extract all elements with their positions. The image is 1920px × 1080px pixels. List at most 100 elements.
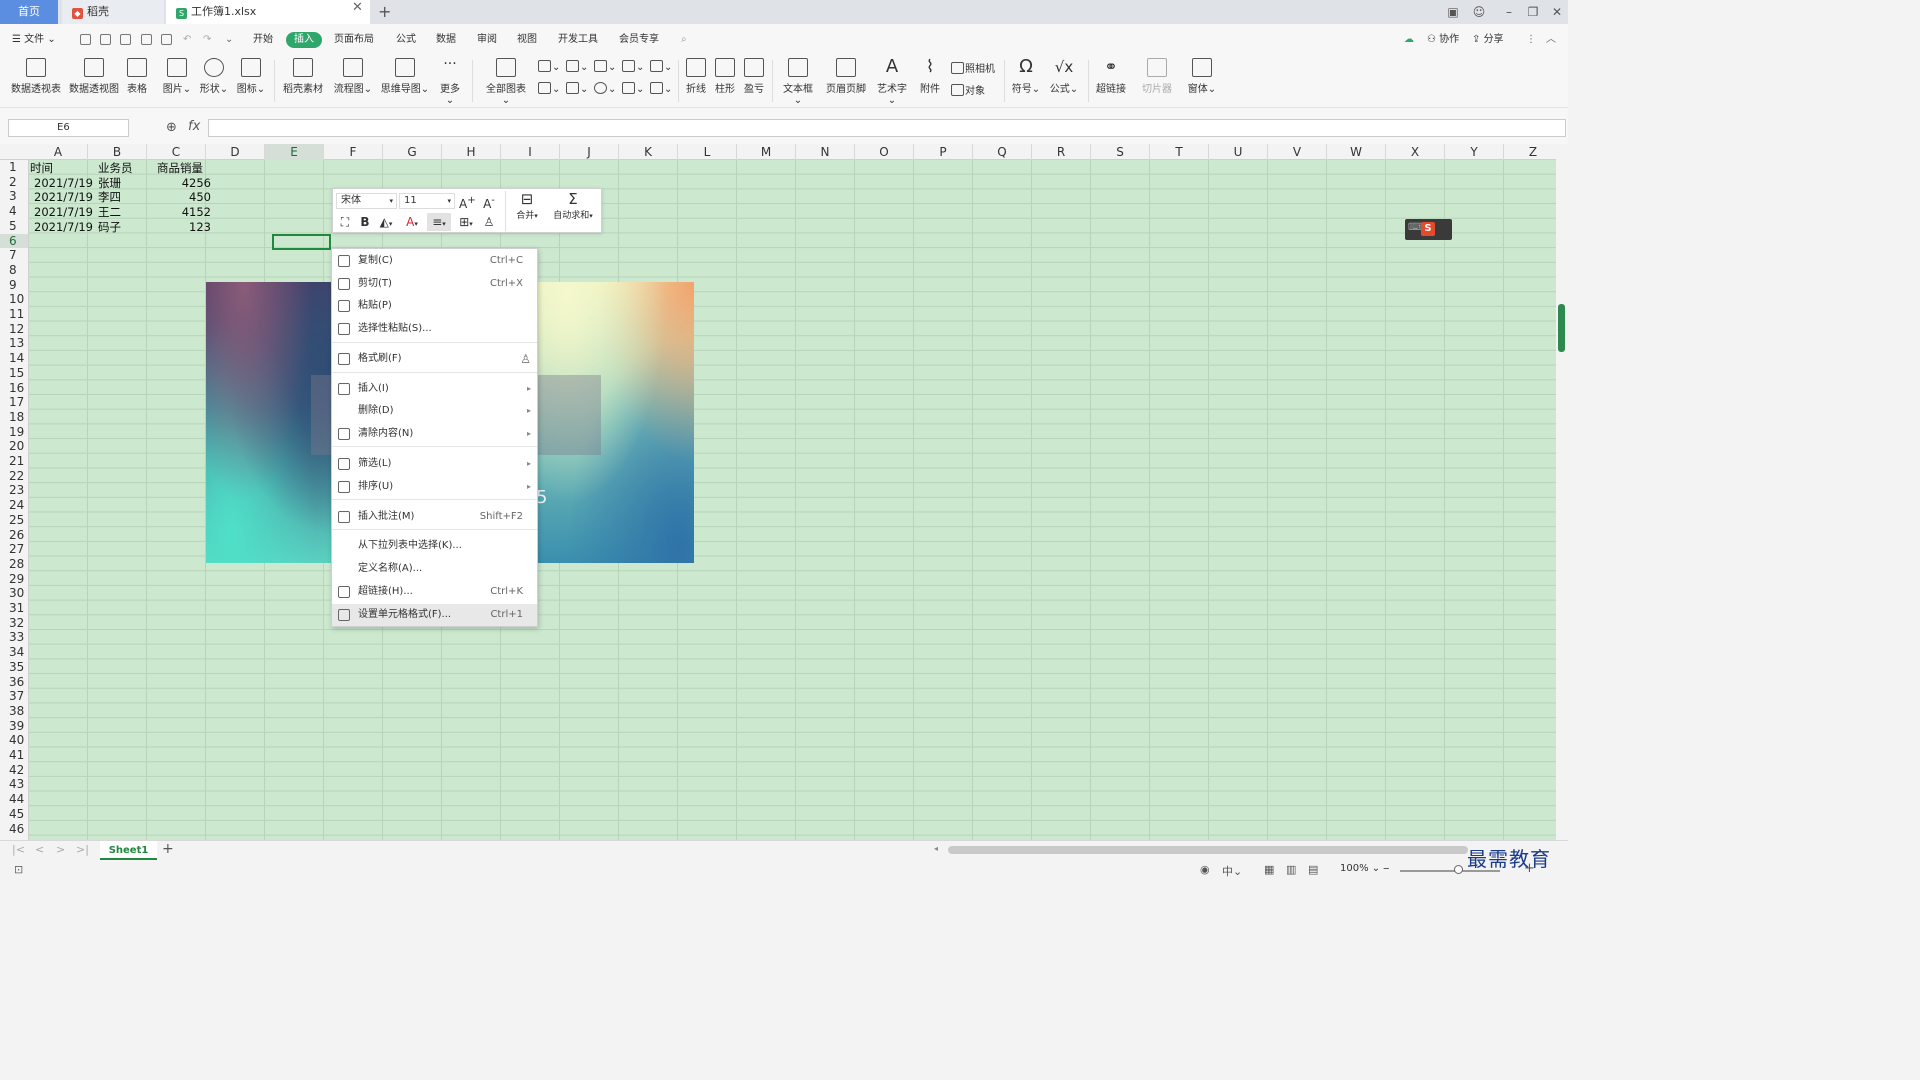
more-button[interactable]: ··· 更多⌄: [436, 57, 464, 106]
pivot-chart-button[interactable]: 数据透视图: [68, 58, 120, 95]
customize-icon[interactable]: ⌄: [225, 32, 233, 48]
tab-workbook[interactable]: S 工作簿1.xlsx: [166, 0, 370, 24]
textbox-button[interactable]: 文本框⌄: [779, 58, 817, 106]
row-header[interactable]: 32: [0, 616, 28, 631]
header-cell-sales[interactable]: 商品销量: [157, 161, 203, 176]
column-header[interactable]: F: [324, 144, 383, 160]
column-header[interactable]: O: [855, 144, 914, 160]
redo-icon[interactable]: ↷: [203, 32, 211, 48]
share-button[interactable]: ⇪ 分享: [1472, 32, 1504, 48]
row-header[interactable]: 36: [0, 675, 28, 690]
decrease-font-icon[interactable]: A-: [481, 192, 497, 211]
avatar[interactable]: ☺: [1470, 3, 1488, 21]
table-cell[interactable]: 李四: [98, 190, 121, 205]
context-menu-item[interactable]: 定义名称(A)...: [332, 558, 537, 580]
slicer-button[interactable]: 切片器: [1141, 58, 1173, 95]
stock-chart-dropdown[interactable]: ⌄: [650, 60, 672, 73]
context-menu-item[interactable]: 设置单元格格式(F)... Ctrl+1: [332, 604, 537, 626]
minimize-icon[interactable]: –: [1500, 3, 1518, 21]
all-charts-button[interactable]: 全部图表⌄: [482, 58, 530, 106]
row-header[interactable]: 43: [0, 777, 28, 792]
row-header[interactable]: 25: [0, 513, 28, 528]
ime-toolbar[interactable]: ⌨ S: [1405, 219, 1452, 240]
row-header[interactable]: 17: [0, 395, 28, 410]
row-header[interactable]: 35: [0, 660, 28, 675]
table-cell[interactable]: 4152: [155, 205, 211, 220]
row-header[interactable]: 37: [0, 689, 28, 704]
sparkline-line-button[interactable]: 折线: [684, 58, 708, 95]
table-cell[interactable]: 2021/7/19: [34, 220, 93, 235]
column-header[interactable]: R: [1032, 144, 1091, 160]
menu-page-layout[interactable]: 页面布局: [334, 32, 374, 48]
camera-button[interactable]: 照相机: [951, 60, 995, 75]
row-header[interactable]: 29: [0, 572, 28, 587]
row-header[interactable]: 3: [0, 189, 28, 204]
fx-icon[interactable]: fx: [188, 119, 200, 134]
scatter-chart-dropdown[interactable]: ⌄: [622, 82, 644, 95]
area-chart-dropdown[interactable]: ⌄: [538, 82, 560, 95]
column-header[interactable]: E: [265, 144, 324, 160]
column-header[interactable]: G: [383, 144, 442, 160]
pie-chart-dropdown[interactable]: ⌄: [594, 82, 616, 95]
macro-icon[interactable]: ⊡: [14, 863, 23, 876]
mindmap-button[interactable]: 思维导图⌄: [380, 58, 430, 95]
column-header[interactable]: Q: [973, 144, 1032, 160]
table-button[interactable]: 表格: [124, 58, 150, 95]
sparkline-column-button[interactable]: 柱形: [713, 58, 737, 95]
table-cell[interactable]: 2021/7/19: [34, 205, 93, 220]
wordart-button[interactable]: A 艺术字⌄: [873, 58, 911, 107]
more-icon[interactable]: ⋮: [1526, 32, 1536, 48]
print-icon[interactable]: [141, 34, 152, 45]
next-sheet-icon[interactable]: >: [56, 843, 65, 856]
fill-color-icon[interactable]: ◭▾: [375, 213, 397, 231]
column-header[interactable]: U: [1209, 144, 1268, 160]
radar-chart-dropdown[interactable]: ⌄: [622, 60, 644, 73]
scroll-left-icon[interactable]: ◂: [934, 844, 938, 853]
menu-view[interactable]: 视图: [517, 32, 537, 48]
vertical-scrollbar[interactable]: [1556, 144, 1568, 840]
add-sheet-icon[interactable]: +: [162, 841, 174, 857]
cloud-sync-icon[interactable]: ☁: [1404, 32, 1414, 48]
zoom-out-icon[interactable]: –: [1383, 861, 1390, 876]
icons-button[interactable]: 图标⌄: [235, 58, 267, 95]
stats-chart-dropdown[interactable]: ⌄: [566, 82, 588, 95]
row-header[interactable]: 38: [0, 704, 28, 719]
merge-button[interactable]: ⊟ 合并▾: [511, 192, 543, 232]
menu-member[interactable]: 会员专享: [619, 32, 659, 48]
menu-formula[interactable]: 公式: [396, 32, 416, 48]
inserted-picture[interactable]: [206, 282, 331, 563]
eye-protect-icon[interactable]: ◉: [1200, 863, 1210, 876]
menu-review[interactable]: 审阅: [477, 32, 497, 48]
column-header[interactable]: C: [147, 144, 206, 160]
new-tab-button[interactable]: +: [378, 1, 391, 23]
row-header[interactable]: 23: [0, 483, 28, 498]
tab-home[interactable]: 首页: [0, 0, 58, 24]
column-header[interactable]: M: [737, 144, 796, 160]
column-header[interactable]: I: [501, 144, 560, 160]
row-header[interactable]: 8: [0, 263, 28, 278]
borders-icon[interactable]: ⊞▾: [455, 213, 477, 231]
row-header[interactable]: 19: [0, 425, 28, 440]
row-header[interactable]: 2: [0, 175, 28, 190]
name-box[interactable]: E6: [8, 119, 129, 137]
header-footer-button[interactable]: 页眉页脚: [824, 58, 868, 95]
context-menu-item[interactable]: 从下拉列表中选择(K)...: [332, 535, 537, 557]
bold-icon[interactable]: B: [357, 213, 373, 231]
row-header[interactable]: 39: [0, 719, 28, 734]
worksheet-grid[interactable]: ABCDEFGHIJKLMNOPQRSTUVWXYZ 1 2 3 4 5 6 7 8 9 10 11…: [0, 144, 1556, 840]
table-cell[interactable]: 4256: [155, 176, 211, 191]
column-header[interactable]: K: [619, 144, 678, 160]
column-header[interactable]: V: [1268, 144, 1327, 160]
hyperlink-button[interactable]: ⚭ 超链接: [1094, 58, 1128, 96]
table-cell[interactable]: 2021/7/19: [34, 176, 93, 191]
table-cell[interactable]: 450: [155, 190, 211, 205]
row-header[interactable]: 40: [0, 733, 28, 748]
row-header[interactable]: 26: [0, 528, 28, 543]
column-header[interactable]: T: [1150, 144, 1209, 160]
row-header[interactable]: 42: [0, 763, 28, 778]
cell-area[interactable]: 时间 业务员 商品销量 2021/7/19 张珊 4256 2021/7/19 李四 45…: [29, 160, 1556, 840]
column-header[interactable]: W: [1327, 144, 1386, 160]
active-cell-e6[interactable]: [272, 234, 331, 250]
zoom-slider-knob[interactable]: [1454, 865, 1463, 874]
column-header[interactable]: L: [678, 144, 737, 160]
